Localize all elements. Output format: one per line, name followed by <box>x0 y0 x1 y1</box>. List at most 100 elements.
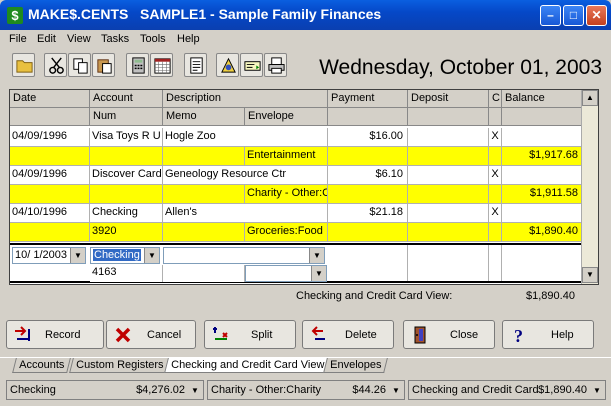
header-envelope[interactable]: Envelope <box>245 108 328 126</box>
row-2-envelope[interactable]: Charity - Other:C <box>245 185 328 204</box>
account-dropdown-icon[interactable]: ▼ <box>144 248 159 263</box>
record-icon <box>15 326 30 341</box>
row-3-num[interactable]: 3920 <box>90 223 163 242</box>
entry-description-field[interactable]: ▼ <box>163 247 325 264</box>
print-button[interactable] <box>264 53 287 77</box>
row-1-deposit[interactable] <box>408 128 489 147</box>
entry-num-field[interactable]: 4163 <box>90 265 163 282</box>
header-num[interactable]: Num <box>90 108 163 126</box>
row-2-description[interactable]: Geneology Resource Ctr <box>163 166 328 185</box>
tab-envelopes[interactable]: Envelopes <box>323 358 389 373</box>
cancel-button[interactable]: Cancel <box>106 320 196 349</box>
row-1-balance-blank <box>502 128 583 147</box>
cut-button[interactable] <box>44 53 67 77</box>
header-date[interactable]: Date <box>10 90 90 108</box>
row-1-num[interactable] <box>90 147 163 166</box>
tab-custom-registers[interactable]: Custom Registers <box>69 358 171 373</box>
menu-tasks[interactable]: Tasks <box>101 33 129 45</box>
open-folder-button[interactable] <box>12 53 35 77</box>
description-dropdown-icon[interactable]: ▼ <box>309 248 324 263</box>
status-view-balance[interactable]: Checking and Credit Card $1,890.40 ▼ <box>408 380 606 400</box>
row-2-account[interactable]: Discover Card <box>90 166 163 185</box>
copy-button[interactable] <box>68 53 91 77</box>
menu-help[interactable]: Help <box>177 33 200 45</box>
maximize-button[interactable]: □ <box>563 5 584 26</box>
row-3b-c-blank <box>489 223 502 242</box>
row-2-memo[interactable] <box>163 185 245 204</box>
entry-deposit-field[interactable] <box>408 245 489 281</box>
pay-bills-button[interactable] <box>240 53 263 77</box>
entry-cleared-field[interactable] <box>489 245 502 281</box>
row-3-date[interactable]: 04/10/1996 <box>10 204 90 223</box>
menu-tools[interactable]: Tools <box>140 33 166 45</box>
row-1-memo[interactable] <box>163 147 245 166</box>
row-1-envelope[interactable]: Entertainment <box>245 147 328 166</box>
header-blank <box>10 108 90 126</box>
header-account[interactable]: Account <box>90 90 163 108</box>
split-button[interactable]: Split <box>204 320 296 349</box>
header-payment[interactable]: Payment <box>328 90 408 108</box>
title-bar: $ MAKE$.CENTS SAMPLE1 - Sample Family Fi… <box>0 0 611 30</box>
entry-account-field[interactable]: Checking ▼ <box>90 247 160 264</box>
close-window-button[interactable]: ✕ <box>586 5 607 26</box>
paste-button[interactable] <box>92 53 115 77</box>
row-3-description[interactable]: Allen's <box>163 204 328 223</box>
row-1-cleared[interactable]: X <box>489 128 502 147</box>
header-description[interactable]: Description <box>163 90 328 108</box>
row-2-balance: $1,911.58 <box>502 185 583 204</box>
row-2-date[interactable]: 04/09/1996 <box>10 166 90 185</box>
register-button[interactable] <box>184 53 207 77</box>
delete-button[interactable]: Delete <box>302 320 394 349</box>
menu-view[interactable]: View <box>67 33 91 45</box>
reports-button[interactable] <box>216 53 239 77</box>
delete-icon <box>311 326 325 340</box>
status-account-dropdown-icon[interactable]: ▼ <box>189 384 201 397</box>
calendar-button[interactable] <box>150 53 173 77</box>
help-button[interactable]: ? Help <box>502 320 594 349</box>
record-button[interactable]: Record <box>6 320 104 349</box>
row-3-cleared[interactable]: X <box>489 204 502 223</box>
status-account-balance[interactable]: Checking $4,276.02 ▼ <box>6 380 204 400</box>
split-label: Split <box>251 329 273 341</box>
close-button[interactable]: Close <box>403 320 495 349</box>
envelope-dropdown-icon[interactable]: ▼ <box>311 266 326 281</box>
row-2-payment[interactable]: $6.10 <box>328 166 408 185</box>
tab-accounts[interactable]: Accounts <box>12 358 72 373</box>
scroll-up-icon[interactable]: ▲ <box>582 90 598 106</box>
row-2-deposit[interactable] <box>408 166 489 185</box>
header-cleared[interactable]: C <box>489 90 502 108</box>
row-3-deposit[interactable] <box>408 204 489 223</box>
row-3-account[interactable]: Checking <box>90 204 163 223</box>
app-dollar-icon[interactable]: $ <box>7 7 23 24</box>
row-1-date[interactable]: 04/09/1996 <box>10 128 90 147</box>
entry-memo-field[interactable] <box>163 265 245 282</box>
tab-checking-credit-card-view[interactable]: Checking and Credit Card View <box>164 358 332 373</box>
header-memo[interactable]: Memo <box>163 108 245 126</box>
entry-envelope-field[interactable]: ▼ <box>245 265 327 282</box>
row-3-payment[interactable]: $21.18 <box>328 204 408 223</box>
row-3-envelope[interactable]: Groceries:Food <box>245 223 328 242</box>
minimize-button[interactable]: – <box>540 5 561 26</box>
status-view-dropdown-icon[interactable]: ▼ <box>591 384 603 397</box>
register-scrollbar[interactable]: ▲ ▼ <box>581 90 598 284</box>
calculator-button[interactable] <box>126 53 149 77</box>
menu-file[interactable]: File <box>9 33 27 45</box>
pay-bills-icon <box>244 61 261 71</box>
row-2-cleared[interactable]: X <box>489 166 502 185</box>
menu-edit[interactable]: Edit <box>37 33 56 45</box>
scroll-down-icon[interactable]: ▼ <box>582 267 598 283</box>
row-3-memo[interactable] <box>163 223 245 242</box>
row-1-account[interactable]: Visa Toys R U <box>90 128 163 147</box>
header-balance[interactable]: Balance <box>502 90 583 108</box>
row-1-payment[interactable]: $16.00 <box>328 128 408 147</box>
status-envelope-balance[interactable]: Charity - Other:Charity $44.26 ▼ <box>207 380 405 400</box>
window-title: MAKE$.CENTS SAMPLE1 - Sample Family Fina… <box>28 6 381 22</box>
row-2-num[interactable] <box>90 185 163 204</box>
status-envelope-dropdown-icon[interactable]: ▼ <box>390 384 402 397</box>
title-rest: - Sample Family Finances <box>210 6 382 22</box>
row-1-description[interactable]: Hogle Zoo <box>163 128 328 147</box>
entry-payment-field[interactable] <box>328 245 408 281</box>
header-deposit[interactable]: Deposit <box>408 90 489 108</box>
entry-date-field[interactable]: 10/ 1/2003 ▼ <box>12 247 86 264</box>
date-dropdown-icon[interactable]: ▼ <box>70 248 85 263</box>
